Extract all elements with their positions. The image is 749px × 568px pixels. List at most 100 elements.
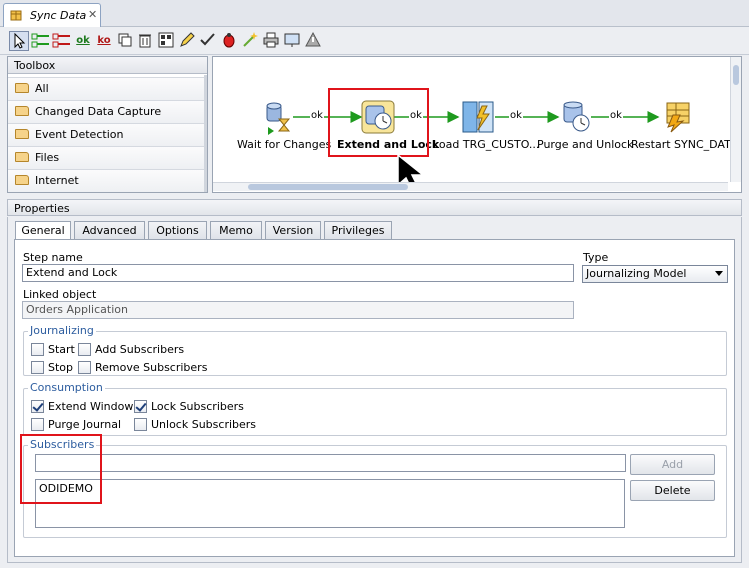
list-item[interactable]: ODIDEMO [36,480,624,497]
package-icon [10,10,22,21]
step-label-restart-sync-data: Restart SYNC_DATA [631,138,738,151]
green-link-icon [31,33,49,48]
delete-button[interactable] [136,31,156,51]
add-subscribers-checkbox[interactable] [78,343,91,356]
red-link-icon [52,33,70,48]
link-label: ok [609,110,623,121]
ko-link-button[interactable]: ko [94,31,114,51]
vertical-scroll-thumb[interactable] [733,65,739,85]
step-label-purge-and-unlock: Purge and Unlock [537,138,634,151]
tab-sync-data[interactable]: Sync Data ✕ [3,3,101,27]
unlock-subscribers-checkbox[interactable] [134,418,147,431]
delete-subscriber-button[interactable]: Delete [630,480,715,501]
duplicate-button[interactable] [116,31,136,51]
toolbox-item-label: Internet [35,174,79,187]
report-button[interactable] [283,31,303,51]
diagram-canvas[interactable]: ok ok ok ok Wait for Changes Extend and … [212,56,742,193]
journalizing-model-icon[interactable] [561,101,591,133]
tab-advanced[interactable]: Advanced [74,221,145,239]
tab-memo[interactable]: Memo [210,221,262,239]
stop-checkbox[interactable] [31,361,44,374]
toolbox-title: Toolbox [8,57,207,74]
chevron-down-icon [715,271,723,276]
tab-privileges[interactable]: Privileges [324,221,392,239]
toolbox-item-label: Event Detection [35,128,124,141]
toolbox-item-label: All [35,82,49,95]
consumption-group-title: Consumption [28,381,105,394]
folder-icon [15,152,29,162]
pencil-icon [180,32,195,47]
vertical-scrollbar[interactable] [730,57,741,182]
horizontal-scroll-thumb[interactable] [248,184,408,190]
diagram-toolbar: ok ko [0,28,749,55]
warning-icon [305,31,321,47]
toolbox-item-label: Files [35,151,60,164]
toolbox-item-changed-data-capture[interactable]: Changed Data Capture [8,100,207,123]
step-label-wait-for-changes: Wait for Changes [237,138,332,151]
start-checkbox[interactable] [31,343,44,356]
journalizing-group-title: Journalizing [28,324,96,337]
pointer-icon [14,32,26,49]
edit-button[interactable] [178,31,198,51]
start-scenario-icon[interactable] [663,101,693,133]
tab-version[interactable]: Version [265,221,321,239]
grid-icon [158,32,174,48]
editor-tab-bar: Sync Data ✕ [0,0,749,27]
step-name-field[interactable]: Extend and Lock [22,264,574,282]
duplicate-icon [118,33,132,47]
bug-icon [223,33,235,48]
validate-button[interactable] [199,31,219,51]
toolbox-item-internet[interactable]: Internet [8,169,207,192]
execute-button[interactable] [241,31,261,51]
subscriber-input[interactable] [35,454,626,472]
ok-link-button[interactable]: ok [73,31,93,51]
extend-window-label: Extend Window [48,400,134,413]
subscribers-list[interactable]: ODIDEMO [35,479,625,528]
step-name-label: Step name [23,251,83,264]
type-select[interactable]: Journalizing Model [582,265,728,283]
type-label: Type [583,251,609,264]
select-tool-button[interactable] [9,31,29,51]
debug-button[interactable] [220,31,240,51]
folder-icon [15,83,29,93]
link-label: ok [509,110,523,121]
toolbox-item-all[interactable]: All [8,77,207,100]
remove-subscribers-checkbox[interactable] [78,361,91,374]
arrange-button[interactable] [157,31,177,51]
linked-object-label: Linked object [23,288,97,301]
toolbox-item-event-detection[interactable]: Event Detection [8,123,207,146]
trash-icon [139,34,151,48]
add-subscriber-button[interactable]: Add [630,454,715,475]
lock-subscribers-checkbox[interactable] [134,400,147,413]
toolbox-item-label: Changed Data Capture [35,105,162,118]
remove-subscribers-label: Remove Subscribers [95,361,208,374]
toolbox-panel: Toolbox All Changed Data Capture Event D… [7,56,208,193]
purge-journal-checkbox[interactable] [31,418,44,431]
next-step-on-failure-button[interactable] [52,31,72,51]
interface-icon[interactable] [461,100,495,134]
warning-button[interactable] [304,31,324,51]
toolbox-splitter[interactable] [204,75,207,192]
tab-options[interactable]: Options [148,221,207,239]
lock-subscribers-label: Lock Subscribers [151,400,244,413]
folder-icon [15,106,29,116]
wait-for-changes-icon[interactable] [265,101,295,137]
link-label: ok [310,110,324,121]
folder-icon [15,175,29,185]
printer-icon [263,32,279,48]
tab-general[interactable]: General [15,221,71,240]
type-select-value: Journalizing Model [586,267,687,280]
print-button[interactable] [262,31,282,51]
extend-window-checkbox[interactable] [31,400,44,413]
toolbox-item-files[interactable]: Files [8,146,207,169]
tab-title: Sync Data [30,9,87,22]
wand-icon [243,32,258,47]
close-icon[interactable]: ✕ [88,8,97,21]
add-subscribers-label: Add Subscribers [95,343,185,356]
check-pencil-icon [200,33,215,46]
unlock-subscribers-label: Unlock Subscribers [151,418,257,431]
subscribers-highlight [20,434,102,504]
folder-icon [15,129,29,139]
next-step-on-success-button[interactable] [31,31,51,51]
horizontal-scrollbar[interactable] [213,182,728,191]
